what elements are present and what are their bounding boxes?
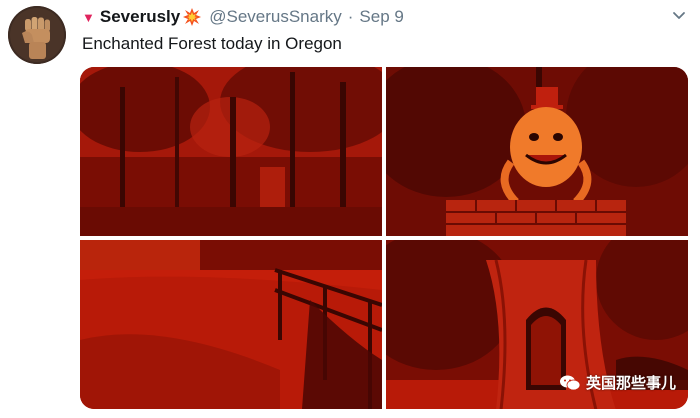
display-name[interactable]: Severusly bbox=[100, 7, 180, 27]
separator-dot: · bbox=[347, 7, 354, 26]
raised-fist-icon bbox=[8, 6, 66, 64]
watermark-text: 英国那些事儿 bbox=[585, 375, 676, 392]
photo-humpty-dumpty[interactable] bbox=[386, 67, 688, 236]
tweet-date[interactable]: Sep 9 bbox=[359, 7, 403, 27]
media-grid: 英国那些事儿 bbox=[80, 67, 688, 409]
avatar[interactable] bbox=[8, 6, 66, 64]
wechat-icon bbox=[559, 375, 581, 390]
chevron-down-icon[interactable] bbox=[670, 6, 688, 24]
tweet-text: Enchanted Forest today in Oregon bbox=[82, 34, 342, 53]
watermark: 英国那些事儿 bbox=[559, 372, 676, 393]
user-handle[interactable]: @SeverusSnarky bbox=[209, 7, 342, 27]
photo-empty-path-railing[interactable] bbox=[80, 240, 382, 409]
tweet-header: ▼ Severusly @SeverusSnarky · Sep 9 bbox=[82, 6, 404, 28]
collision-burst-icon bbox=[182, 7, 202, 27]
red-triangle-icon: ▼ bbox=[82, 9, 95, 25]
photo-forest-path[interactable] bbox=[80, 67, 382, 236]
